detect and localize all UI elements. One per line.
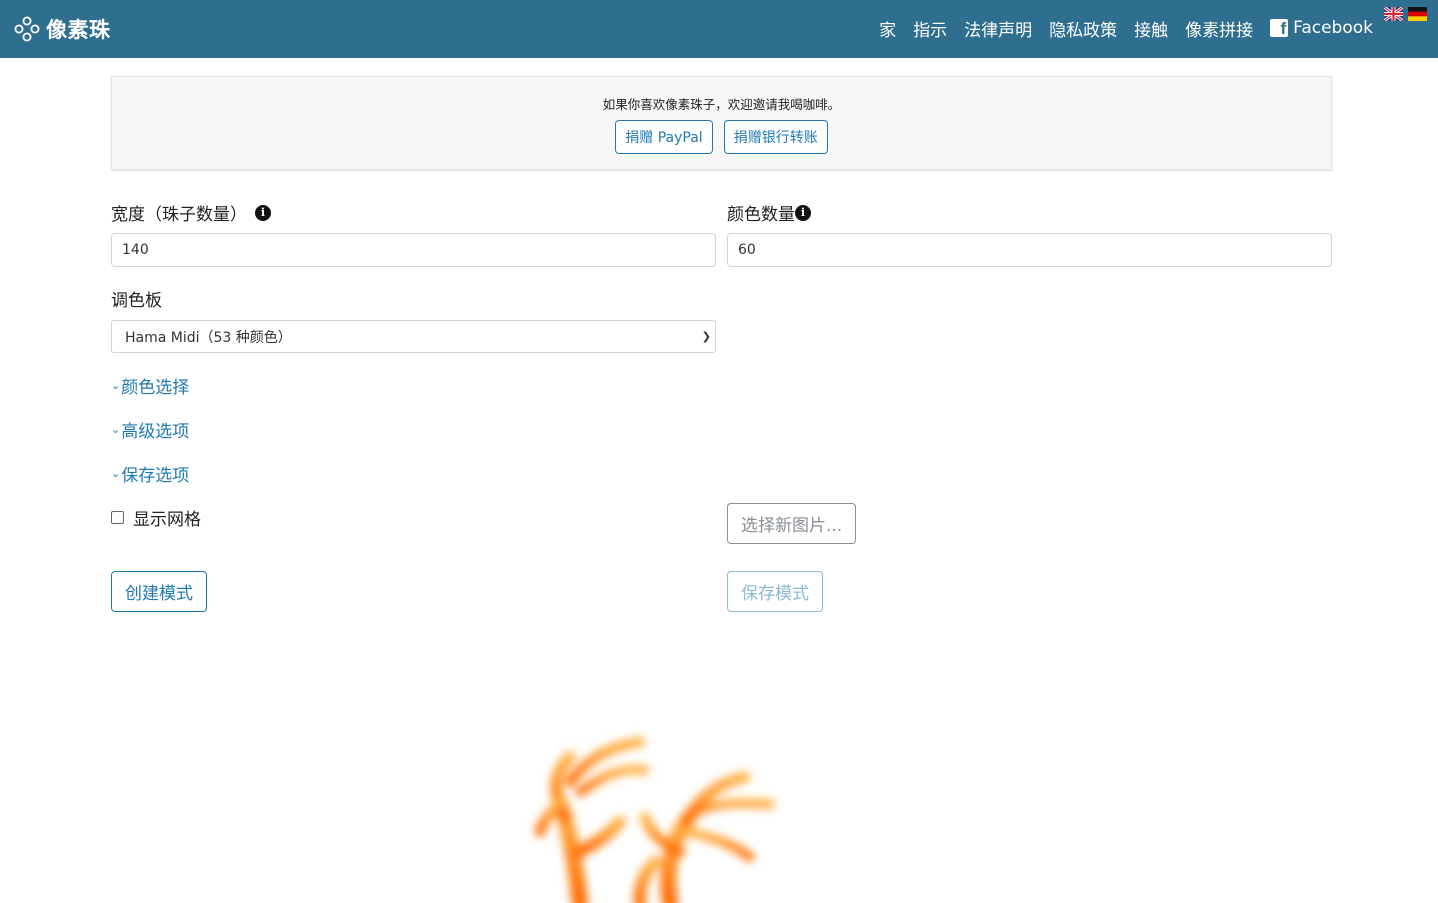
info-icon[interactable]: i xyxy=(255,204,271,221)
color-selection-label: 颜色选择 xyxy=(121,378,190,398)
create-pattern-button[interactable]: 创建模式 xyxy=(111,571,207,612)
nav-home[interactable]: 家 xyxy=(879,16,896,41)
palette-select[interactable]: Hama Midi（53 种颜色） ❯ xyxy=(111,320,716,353)
donation-buttons: 捐赠 PayPal 捐赠银行转账 xyxy=(112,120,1331,154)
donation-box: 如果你喜欢像素珠子，欢迎邀请我喝咖啡。 捐赠 PayPal 捐赠银行转账 xyxy=(111,76,1332,170)
donation-text: 如果你喜欢像素珠子，欢迎邀请我喝咖啡。 xyxy=(602,97,841,112)
uk-flag-icon[interactable] xyxy=(1384,7,1403,21)
germany-flag-icon[interactable] xyxy=(1408,7,1427,21)
chevron-down-icon: ⌄ xyxy=(111,379,121,392)
colors-label-text: 颜色数量 xyxy=(727,205,795,225)
width-input[interactable] xyxy=(111,233,716,267)
navbar: 像素珠 家 指示 法律声明 隐私政策 接触 像素拼接 f Facebook xyxy=(0,0,1438,58)
show-grid-label[interactable]: 显示网格 xyxy=(133,505,201,530)
pattern-preview-image xyxy=(535,737,775,903)
brand-name: 像素珠 xyxy=(46,18,111,42)
nav-instructions[interactable]: 指示 xyxy=(913,16,947,41)
nav-contact[interactable]: 接触 xyxy=(1134,16,1168,41)
nav-menu: 家 指示 法律声明 隐私政策 接触 像素拼接 f Facebook xyxy=(862,15,1373,41)
width-label: 宽度（珠子数量） i xyxy=(111,200,271,225)
chevron-down-icon: ❯ xyxy=(701,330,711,343)
colors-label: 颜色数量 i xyxy=(727,200,811,225)
donate-paypal-button[interactable]: 捐赠 PayPal xyxy=(615,120,713,154)
color-selection-toggle[interactable]: ⌄ 颜色选择 xyxy=(111,373,189,398)
chevron-down-icon: ⌄ xyxy=(111,467,121,480)
show-grid-row: 显示网格 xyxy=(111,505,201,530)
donate-bank-button[interactable]: 捐赠银行转账 xyxy=(723,120,828,154)
save-options-label: 保存选项 xyxy=(121,466,190,486)
beads-logo-icon xyxy=(14,16,40,42)
save-pattern-button[interactable]: 保存模式 xyxy=(727,571,823,612)
nav-privacy[interactable]: 隐私政策 xyxy=(1049,16,1117,41)
info-icon[interactable]: i xyxy=(795,204,811,221)
brand-link[interactable]: 像素珠 xyxy=(13,14,111,44)
palette-label: 调色板 xyxy=(111,291,162,311)
language-flags xyxy=(1384,7,1427,21)
width-label-text: 宽度（珠子数量） xyxy=(111,205,247,225)
advanced-options-toggle[interactable]: ⌄ 高级选项 xyxy=(111,417,189,442)
palette-selected-value: Hama Midi（53 种颜色） xyxy=(125,329,292,346)
show-grid-checkbox[interactable] xyxy=(111,511,124,524)
nav-legal[interactable]: 法律声明 xyxy=(964,16,1032,41)
colors-input[interactable] xyxy=(727,233,1332,267)
save-options-toggle[interactable]: ⌄ 保存选项 xyxy=(111,461,189,486)
facebook-label: Facebook xyxy=(1293,18,1373,38)
chevron-down-icon: ⌄ xyxy=(111,423,121,436)
nav-facebook[interactable]: f Facebook xyxy=(1270,18,1373,38)
advanced-options-label: 高级选项 xyxy=(121,422,190,442)
facebook-icon: f xyxy=(1270,19,1289,38)
nav-pixel-stitch[interactable]: 像素拼接 xyxy=(1185,16,1253,41)
select-image-button[interactable]: 选择新图片... xyxy=(727,503,857,544)
